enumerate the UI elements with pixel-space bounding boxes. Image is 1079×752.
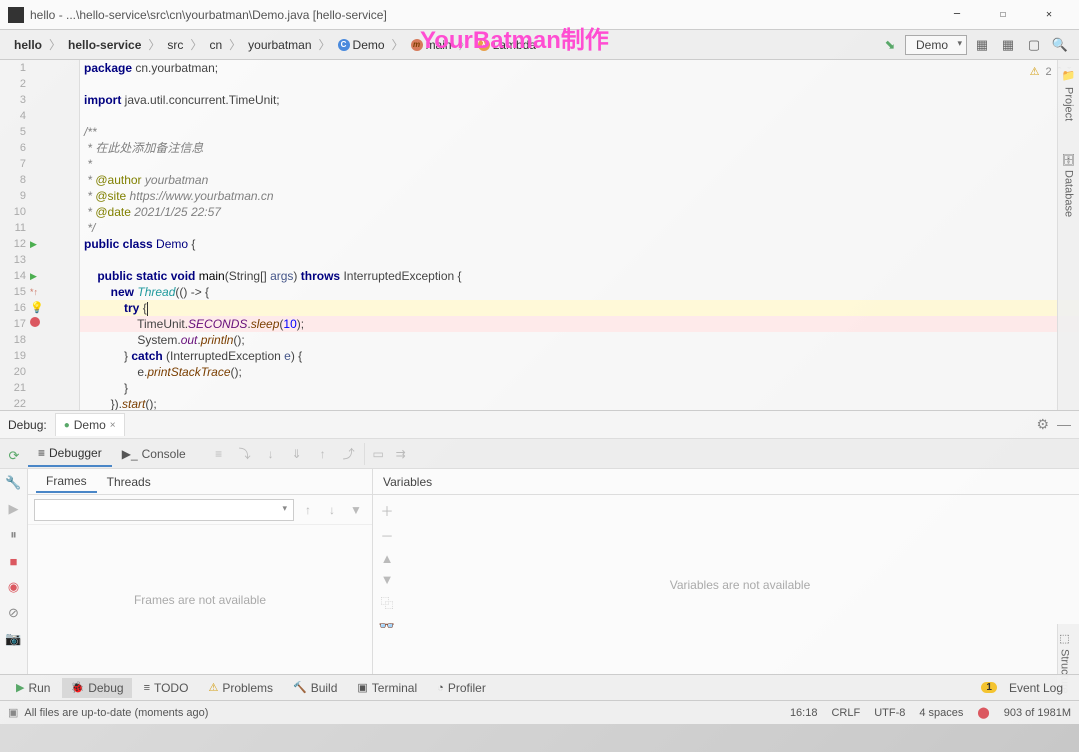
tool-run[interactable]: ▶Run — [8, 678, 58, 698]
rerun-icon[interactable]: ⟳ — [4, 446, 24, 466]
resume-icon[interactable]: ▶ — [4, 499, 24, 519]
app-icon — [8, 7, 24, 23]
caret — [147, 302, 148, 316]
tab-frames[interactable]: Frames — [36, 471, 97, 493]
prev-frame-icon[interactable]: ↑ — [298, 503, 318, 517]
run-line-icon[interactable]: ▶ — [30, 268, 37, 284]
tool-windows-icon[interactable]: ▣ — [8, 706, 18, 719]
close-session-icon[interactable]: × — [110, 420, 116, 431]
tab-threads[interactable]: Threads — [97, 472, 161, 492]
variables-empty: Variables are not available — [373, 495, 1079, 674]
crumb-method-main[interactable]: mmain — [405, 36, 458, 54]
crumb-class-demo[interactable]: CDemo — [332, 36, 391, 54]
mute-breakpoints-icon[interactable]: ⊘ — [4, 603, 24, 623]
show-execution-icon[interactable]: ≡ — [208, 443, 230, 465]
debug-panel: Debug: ● Demo × ⚙ — ⟳ ≡Debugger ▶_Consol… — [0, 410, 1079, 674]
titlebar: hello - ...\hello-service\src\cn\yourbat… — [0, 0, 1079, 30]
force-step-into-icon[interactable]: ⇓ — [286, 443, 308, 465]
tab-console[interactable]: ▶_Console — [112, 442, 196, 466]
crumb-cn[interactable]: cn — [203, 36, 228, 54]
editor: 12345 678910 1112131415 1617181920 2122 … — [0, 60, 1079, 410]
crumb-hello[interactable]: hello — [8, 36, 48, 54]
frames-dropdown[interactable] — [34, 499, 294, 521]
caret-position[interactable]: 16:18 — [790, 707, 818, 719]
stop-icon[interactable]: ▢ — [1023, 34, 1045, 56]
filter-icon[interactable]: ▼ — [346, 503, 366, 517]
code-area[interactable]: ⚠2 ˆ ˇ package cn.yourbatman; import jav… — [80, 60, 1079, 410]
drop-frame-icon[interactable]: ⤴ — [338, 443, 360, 465]
debug-session-tab[interactable]: ● Demo × — [55, 413, 125, 436]
step-out-icon[interactable]: ↑ — [312, 443, 334, 465]
tool-profiler[interactable]: ◔Profiler — [429, 678, 494, 698]
down-icon[interactable]: ▼ — [381, 572, 394, 587]
tab-debugger[interactable]: ≡Debugger — [28, 441, 112, 467]
tool-todo[interactable]: ≡TODO — [136, 678, 197, 698]
right-sidebar: 📁Project 🗄Database — [1057, 60, 1079, 410]
maximize-button[interactable]: ☐ — [981, 0, 1025, 30]
tool-terminal[interactable]: ▣Terminal — [349, 678, 425, 698]
modify-run-config-icon[interactable]: 🔧 — [4, 473, 24, 493]
trace-icon[interactable]: ⇉ — [390, 443, 412, 465]
tool-build[interactable]: 🔨Build — [285, 678, 345, 698]
crumb-yourbatman[interactable]: yourbatman — [242, 36, 317, 54]
tool-project[interactable]: 📁Project — [1062, 70, 1075, 122]
search-everywhere-icon[interactable]: 🔍 — [1049, 34, 1071, 56]
stop-icon[interactable]: ■ — [4, 551, 24, 571]
thread-dump-icon[interactable]: 📷 — [4, 629, 24, 649]
glasses-icon[interactable]: 👓 — [379, 618, 395, 634]
gutter[interactable]: 12345 678910 1112131415 1617181920 2122 … — [0, 60, 80, 410]
run-icon[interactable]: ▦ — [971, 34, 993, 56]
build-icon[interactable]: ⬊ — [879, 34, 901, 56]
method-icon: m — [411, 39, 423, 51]
navigation-bar: hello〉 hello-service〉 src〉 cn〉 yourbatma… — [0, 30, 1079, 60]
run-config-dropdown[interactable]: Demo — [905, 35, 967, 55]
settings-icon[interactable]: ⚙ — [1036, 416, 1049, 433]
indent-info[interactable]: 4 spaces — [919, 707, 963, 719]
event-count-badge: 1 — [981, 682, 997, 693]
lambda-icon: λ — [478, 39, 490, 51]
window-title: hello - ...\hello-service\src\cn\yourbat… — [30, 8, 935, 22]
minimize-button[interactable]: ─ — [935, 0, 979, 30]
line-separator[interactable]: CRLF — [831, 707, 860, 719]
debug-title: Debug: — [8, 418, 47, 432]
status-bar: ▣ All files are up-to-date (moments ago)… — [0, 700, 1079, 724]
view-breakpoints-icon[interactable]: ◉ — [4, 577, 24, 597]
tool-database[interactable]: 🗄Database — [1062, 152, 1075, 217]
up-icon[interactable]: ▲ — [381, 551, 394, 566]
file-encoding[interactable]: UTF-8 — [874, 707, 905, 719]
step-over-icon[interactable]: ⤵ — [234, 443, 256, 465]
pause-icon[interactable]: ⏸ — [4, 525, 24, 545]
step-into-icon[interactable]: ↓ — [260, 443, 282, 465]
status-message: All files are up-to-date (moments ago) — [24, 707, 208, 719]
run-line-icon[interactable]: ▶ — [30, 236, 37, 252]
breakpoint-icon[interactable] — [30, 317, 40, 327]
tool-problems[interactable]: ⚠Problems — [200, 678, 281, 698]
tool-debug[interactable]: 🐞Debug — [62, 678, 131, 698]
crumb-lambda[interactable]: λLambda — [472, 36, 542, 54]
error-indicator-icon[interactable]: ⬤ — [977, 706, 989, 719]
frames-empty: Frames are not available — [28, 525, 372, 674]
remove-watch-icon[interactable]: － — [380, 526, 393, 545]
crumb-src[interactable]: src — [161, 36, 189, 54]
hide-icon[interactable]: — — [1057, 416, 1071, 433]
add-watch-icon[interactable]: ＋ — [380, 501, 393, 520]
close-button[interactable]: ✕ — [1027, 0, 1071, 30]
memory-indicator[interactable]: 903 of 1981M — [1004, 707, 1071, 719]
tool-event-log[interactable]: Event Log — [1001, 678, 1071, 698]
tool-window-bar: ▶Run 🐞Debug ≡TODO ⚠Problems 🔨Build ▣Term… — [0, 674, 1079, 700]
next-frame-icon[interactable]: ↓ — [322, 503, 342, 517]
class-icon: C — [338, 39, 350, 51]
copy-icon[interactable]: ⿻ — [380, 593, 393, 612]
variables-title: Variables — [373, 469, 1079, 495]
evaluate-icon[interactable]: ▭ — [364, 443, 386, 465]
coverage-icon[interactable]: ▦ — [997, 34, 1019, 56]
intention-bulb-icon[interactable]: 💡 — [30, 302, 44, 314]
crumb-hello-service[interactable]: hello-service — [62, 36, 147, 54]
